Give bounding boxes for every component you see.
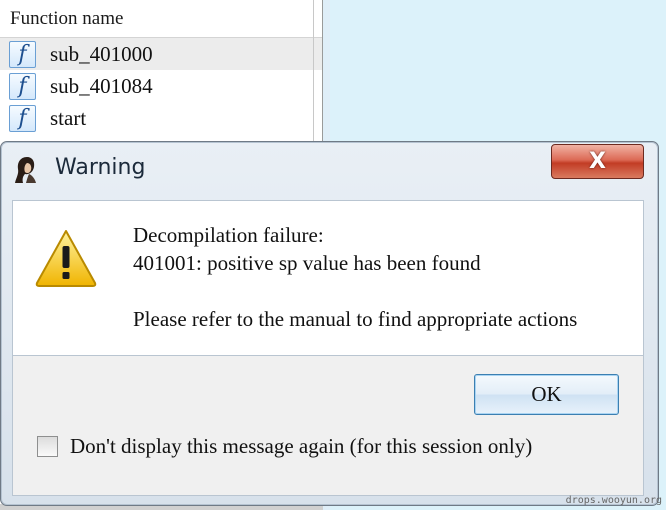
function-label: sub_401084 [50,73,153,98]
message-line-1: Decompilation failure: [133,223,324,247]
ok-button[interactable]: OK [474,374,619,415]
close-icon: X [589,149,606,174]
message-line-3: Please refer to the manual to find appro… [133,307,578,331]
function-list-item[interactable]: f start [0,102,322,134]
warning-dialog: Warning X Decompilation failure: 401001:… [0,141,659,506]
function-name-column-header[interactable]: Function name [0,0,322,38]
dialog-title-bar[interactable]: Warning X [1,142,658,198]
dialog-title: Warning [55,155,146,180]
message-line-2: 401001: positive sp value has been found [133,251,481,275]
function-list-item[interactable]: f sub_401084 [0,70,322,102]
function-label: start [50,105,87,130]
dialog-message-area: Decompilation failure: 401001: positive … [12,200,644,356]
dont-show-again-label[interactable]: Don't display this message again (for th… [70,434,532,459]
warning-icon [35,230,97,287]
watermark: drops.wooyun.org [565,495,662,506]
dont-show-again-option[interactable]: Don't display this message again (for th… [37,434,532,459]
app-portrait-icon [15,157,36,183]
function-label: sub_401000 [50,41,153,66]
function-icon: f [9,104,36,132]
dont-show-again-checkbox[interactable] [37,436,58,457]
close-button[interactable]: X [551,144,644,179]
function-icon: f [9,72,36,100]
dialog-button-area: OK Don't display this message again (for… [12,356,644,496]
function-list-item[interactable]: f sub_401000 [0,38,322,70]
function-icon: f [9,40,36,68]
